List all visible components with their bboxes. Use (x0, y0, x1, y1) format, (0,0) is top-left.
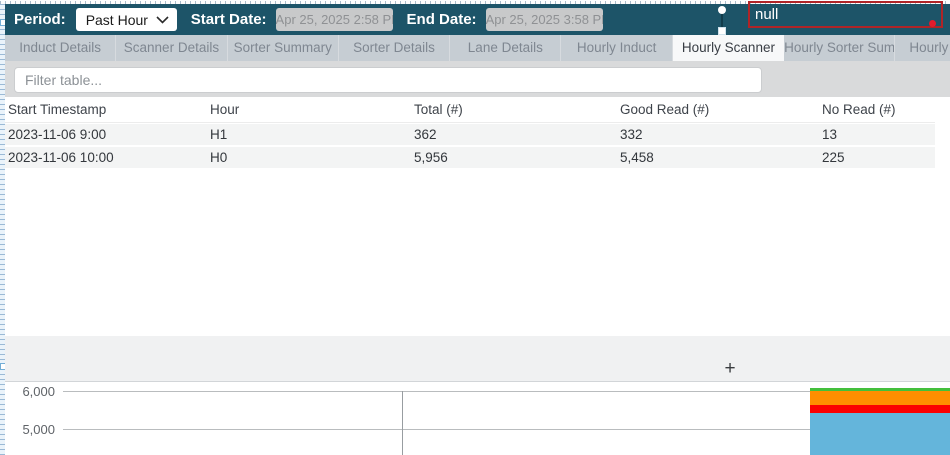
selection-anchor-circle[interactable] (718, 6, 726, 14)
tab-bar: Induct Details Scanner Details Sorter Su… (5, 35, 950, 61)
selection-anchor-square[interactable] (718, 27, 726, 35)
error-dot-icon (929, 20, 936, 27)
stacked-bar[interactable] (810, 382, 950, 455)
tab-sorter-details[interactable]: Sorter Details (339, 35, 450, 61)
add-icon[interactable]: + (717, 358, 743, 380)
table-row[interactable]: 2023-11-06 10:00 H0 5,956 5,458 225 (5, 147, 935, 168)
dashboard-editor-screen: Period: Past Hour Start Date: End Date: … (0, 0, 950, 455)
cell-start-timestamp: 2023-11-06 10:00 (8, 147, 114, 168)
selected-text-widget[interactable]: null (748, 1, 943, 28)
column-header[interactable]: Good Read (#) (620, 97, 709, 122)
cell-no-read: 13 (822, 124, 837, 145)
tab-hourly-scanner[interactable]: Hourly Scanner (673, 35, 784, 61)
tab-lane-details[interactable]: Lane Details (450, 35, 561, 61)
null-value-text: null (755, 6, 778, 23)
tab-hourly-induct[interactable]: Hourly Induct (561, 35, 672, 61)
cell-hour: H1 (210, 124, 227, 145)
tab-scanner-details[interactable]: Scanner Details (116, 35, 227, 61)
chevron-down-icon (156, 16, 169, 24)
end-date-input[interactable] (486, 8, 603, 31)
cell-good-read: 5,458 (620, 147, 654, 168)
table-header: Start Timestamp Hour Total (#) Good Read… (5, 97, 935, 123)
filter-bar (5, 61, 950, 97)
column-header[interactable]: No Read (#) (822, 97, 896, 122)
period-label: Period: (14, 11, 66, 28)
column-header[interactable]: Total (#) (414, 97, 463, 122)
y-axis-tick-label: 6,000 (5, 384, 55, 399)
table-row[interactable]: 2023-11-06 9:00 H1 362 332 13 (5, 124, 935, 145)
add-widget-strip: + (5, 336, 950, 382)
segment-red (810, 405, 950, 413)
widget-selection-handle[interactable] (717, 3, 727, 34)
cell-total: 362 (414, 124, 437, 145)
tab-hourly-sorter-summary[interactable]: Hourly Sorter Summar (784, 35, 895, 61)
cell-hour: H0 (210, 147, 227, 168)
segment-blue (810, 413, 950, 455)
cell-start-timestamp: 2023-11-06 9:00 (8, 124, 106, 145)
segment-orange (810, 391, 950, 405)
category-divider-line (402, 391, 403, 455)
cell-good-read: 332 (620, 124, 643, 145)
y-axis-tick-label: 5,000 (5, 422, 55, 437)
start-date-input[interactable] (276, 8, 393, 31)
column-header[interactable]: Hour (210, 97, 239, 122)
tab-induct-details[interactable]: Induct Details (5, 35, 116, 61)
cell-no-read: 225 (822, 147, 845, 168)
cell-total: 5,956 (414, 147, 448, 168)
end-date-label: End Date: (407, 11, 477, 28)
start-date-label: Start Date: (191, 11, 267, 28)
tab-sorter-summary[interactable]: Sorter Summary (228, 35, 339, 61)
period-dropdown[interactable]: Past Hour (76, 8, 177, 31)
tab-hourly-sorter[interactable]: Hourly Sort (895, 35, 950, 61)
column-header[interactable]: Start Timestamp (8, 97, 106, 122)
filter-input[interactable] (14, 67, 762, 93)
hourly-scanner-chart: 6,000 5,000 (5, 382, 950, 455)
period-selected-value: Past Hour (86, 12, 148, 28)
